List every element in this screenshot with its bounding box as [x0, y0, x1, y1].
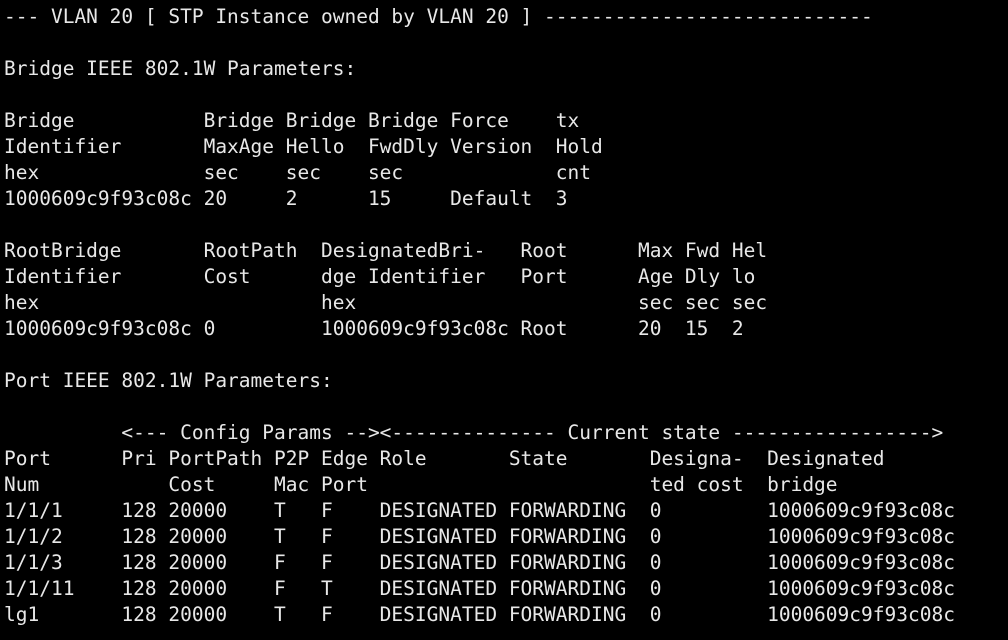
- bridge-table-header-1: Bridge Bridge Bridge Bridge Force tx: [4, 109, 580, 132]
- bridge-table-row: 1000609c9f93c08c 20 2 15 Default 3: [4, 187, 568, 210]
- bridge-params-title: Bridge IEEE 802.1W Parameters:: [4, 57, 357, 80]
- port-table-group-header: <--- Config Params --><-------------- Cu…: [4, 421, 944, 444]
- port-params-title: Port IEEE 802.1W Parameters:: [4, 369, 333, 392]
- root-table-header-2: Identifier Cost dge Identifier Port Age …: [4, 265, 756, 288]
- terminal-window[interactable]: --- VLAN 20 [ STP Instance owned by VLAN…: [0, 0, 1008, 640]
- bridge-table-header-2: Identifier MaxAge Hello FwdDly Version H…: [4, 135, 603, 158]
- port-table-header-2: Num Cost Mac Port ted cost bridge: [4, 473, 838, 496]
- port-table-row: 1/1/1 128 20000 T F DESIGNATED FORWARDIN…: [4, 499, 955, 522]
- root-table-header-1: RootBridge RootPath DesignatedBri- Root …: [4, 239, 768, 262]
- port-table-header-1: Port Pri PortPath P2P Edge Role State De…: [4, 447, 885, 470]
- bridge-table-header-3: hex sec sec sec cnt: [4, 161, 591, 184]
- port-table-row: 1/1/3 128 20000 F F DESIGNATED FORWARDIN…: [4, 551, 955, 574]
- port-table-row: 1/1/2 128 20000 T F DESIGNATED FORWARDIN…: [4, 525, 955, 548]
- port-table-row: lg1 128 20000 T F DESIGNATED FORWARDING …: [4, 603, 955, 626]
- port-table-row: 1/1/11 128 20000 F T DESIGNATED FORWARDI…: [4, 577, 955, 600]
- root-table-row: 1000609c9f93c08c 0 1000609c9f93c08c Root…: [4, 317, 744, 340]
- root-table-header-3: hex hex sec sec sec: [4, 291, 768, 314]
- vlan-header-line: --- VLAN 20 [ STP Instance owned by VLAN…: [4, 5, 873, 28]
